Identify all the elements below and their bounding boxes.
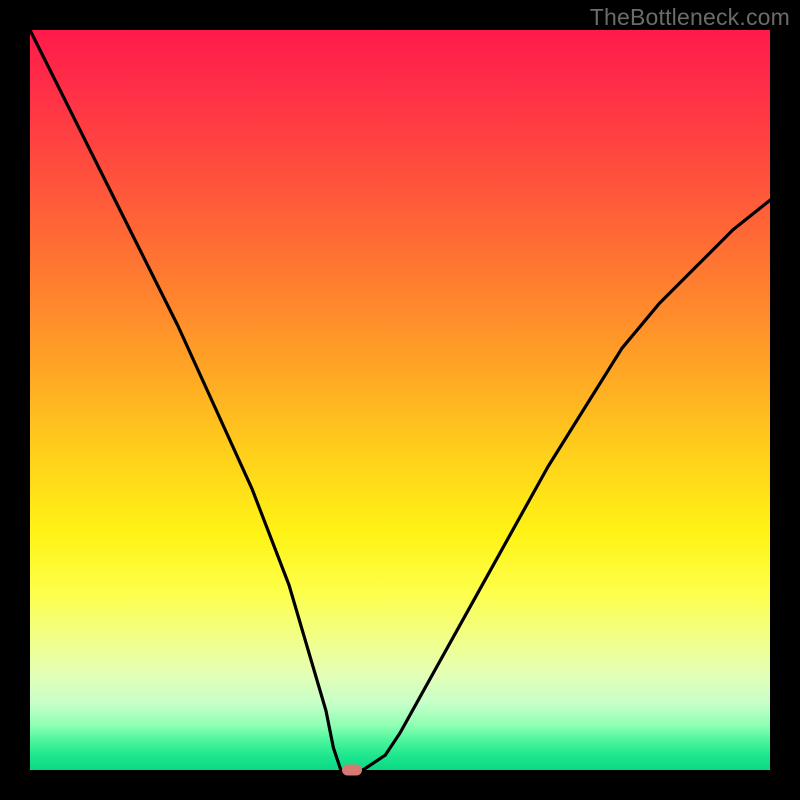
chart-frame: TheBottleneck.com	[0, 0, 800, 800]
optimum-marker	[342, 765, 362, 776]
curve-path	[30, 30, 770, 770]
bottleneck-curve	[30, 30, 770, 770]
plot-area	[30, 30, 770, 770]
watermark-text: TheBottleneck.com	[590, 4, 790, 31]
